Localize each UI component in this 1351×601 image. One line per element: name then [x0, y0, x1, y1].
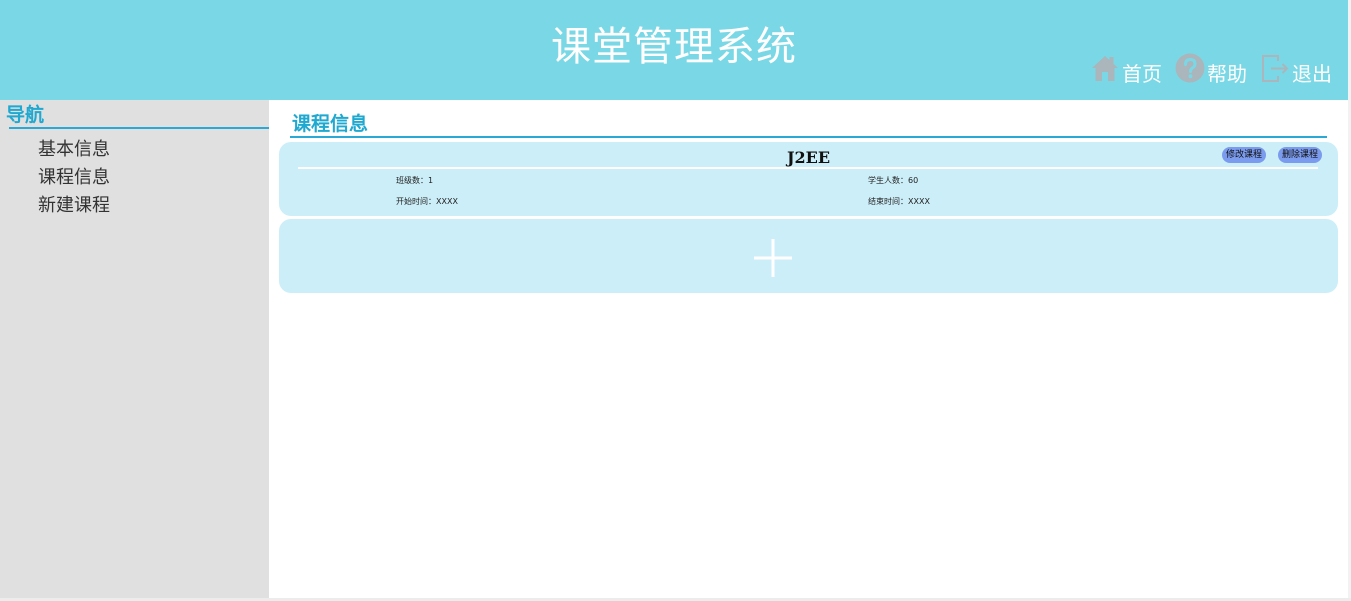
- class-count: 班级数：1: [396, 176, 434, 185]
- home-label: 首页: [1122, 62, 1162, 86]
- sidebar-menu: 基本信息 课程信息 新建课程: [38, 136, 110, 220]
- course-card: J2EE 修改课程 删除课程 班级数：1 学生人数：60 开始时间：XXXX 结…: [279, 142, 1338, 216]
- logout-label: 退出: [1292, 62, 1332, 86]
- logout-icon: [1259, 52, 1291, 84]
- delete-course-button[interactable]: 删除课程: [1278, 147, 1323, 163]
- main-content: 课程信息 J2EE 修改课程 删除课程 班级数：1 学生人数：60 开始时间：X…: [269, 100, 1348, 598]
- sidebar: 导航 基本信息 课程信息 新建课程: [0, 100, 269, 598]
- section-title: 课程信息: [292, 113, 369, 135]
- logout-link[interactable]: 退出: [1259, 52, 1332, 86]
- help-icon: [1174, 52, 1206, 84]
- help-link[interactable]: 帮助: [1174, 52, 1247, 86]
- header-nav: 首页 帮助 退出: [1089, 52, 1332, 86]
- plus-icon: [754, 239, 792, 277]
- section-divider: [290, 136, 1327, 138]
- sidebar-title: 导航: [6, 104, 45, 126]
- add-course-card[interactable]: [279, 219, 1338, 293]
- sidebar-item-basic-info[interactable]: 基本信息: [38, 136, 110, 164]
- sidebar-item-course-info[interactable]: 课程信息: [38, 164, 110, 192]
- end-time: 结束时间：XXXX: [868, 197, 930, 206]
- edit-course-button[interactable]: 修改课程: [1222, 147, 1267, 163]
- header-bar: 课堂管理系统 首页 帮助 退出: [0, 0, 1348, 100]
- start-time: 开始时间：XXXX: [396, 197, 458, 206]
- home-link[interactable]: 首页: [1089, 52, 1162, 86]
- sidebar-divider: [9, 127, 269, 129]
- course-name: J2EE: [786, 148, 831, 167]
- sidebar-item-new-course[interactable]: 新建课程: [38, 192, 110, 220]
- course-card-divider: [298, 167, 1318, 169]
- student-count: 学生人数：60: [868, 176, 919, 185]
- home-icon: [1089, 52, 1121, 84]
- help-label: 帮助: [1207, 62, 1247, 86]
